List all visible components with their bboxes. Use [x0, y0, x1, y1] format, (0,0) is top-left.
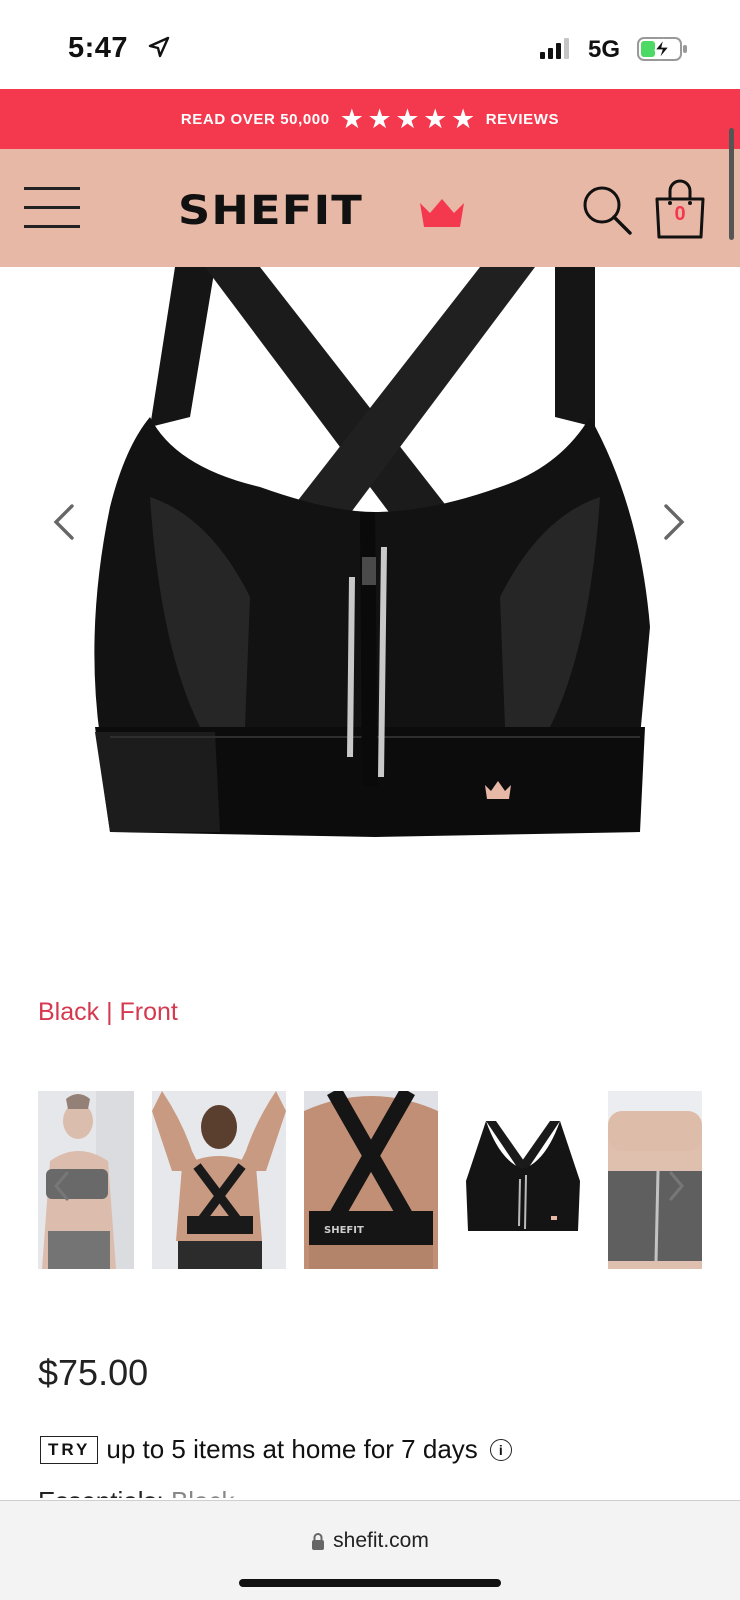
search-icon[interactable] — [580, 183, 634, 237]
thumbnail-strip: SHEFIT — [0, 1091, 740, 1269]
carousel-next-icon[interactable] — [662, 502, 688, 542]
carousel-prev-icon[interactable] — [50, 502, 76, 542]
thumbnails-next-icon[interactable] — [668, 1170, 686, 1202]
essentials-label: Essentials: — [38, 1486, 164, 1498]
try-badge: TRY — [40, 1435, 99, 1464]
location-arrow-icon — [148, 36, 170, 58]
crown-icon — [420, 199, 464, 227]
svg-text:SHEFIT: SHEFIT — [324, 1225, 364, 1236]
home-indicator[interactable] — [239, 1579, 501, 1587]
reviews-banner-suffix: REVIEWS — [485, 110, 560, 128]
hamburger-menu-button[interactable] — [24, 187, 80, 229]
hamburger-menu-icon — [24, 187, 80, 190]
browser-url-bar[interactable]: shefit.com — [0, 1500, 740, 1600]
thumbnail-image — [152, 1091, 286, 1269]
thumbnail-image — [608, 1091, 702, 1269]
try-at-home-text: up to 5 items at home for 7 days — [106, 1434, 478, 1464]
essentials-color-label: Essentials: Black — [38, 1486, 235, 1498]
cart-button[interactable]: 0 — [652, 179, 708, 246]
try-at-home-row: TRY up to 5 items at home for 7 days i — [40, 1434, 512, 1465]
lock-icon — [312, 1533, 325, 1550]
logo-text: SHEFIT — [178, 188, 363, 234]
rating-stars: ★ ★ ★ ★ ★ — [339, 103, 476, 134]
star-icon: ★ — [339, 103, 365, 134]
product-image-main — [94, 267, 650, 837]
image-caption: Black | Front — [38, 998, 178, 1026]
network-type: 5G — [588, 36, 621, 63]
thumbnail-image — [456, 1091, 590, 1269]
reviews-banner-prefix: READ OVER 50,000 — [180, 110, 330, 128]
product-image-carousel[interactable] — [0, 267, 740, 887]
menu-line — [24, 206, 80, 209]
thumbnail-product-front-black[interactable] — [456, 1091, 590, 1269]
site-logo[interactable]: SHEFIT — [178, 185, 464, 231]
thumbnail-model-adjusting-strap[interactable] — [608, 1091, 702, 1269]
thumbnail-image: SHEFIT — [304, 1091, 438, 1269]
page-scrollbar[interactable] — [729, 128, 734, 240]
star-icon: ★ — [367, 103, 393, 134]
reviews-banner[interactable]: READ OVER 50,000 ★ ★ ★ ★ ★ REVIEWS — [0, 89, 740, 149]
star-icon: ★ — [423, 103, 448, 134]
status-time: 5:47 — [68, 32, 129, 64]
info-icon[interactable]: i — [489, 1438, 512, 1461]
thumbnails-prev-icon[interactable] — [52, 1170, 70, 1202]
star-icon: ★ — [395, 103, 421, 134]
product-price: $75.00 — [38, 1352, 149, 1393]
signal-bars-icon — [540, 38, 569, 59]
cart-count-badge: 0 — [674, 203, 686, 225]
thumbnail-model-back-closeup[interactable]: SHEFIT — [304, 1091, 438, 1269]
star-icon: ★ — [450, 103, 476, 134]
essentials-value: Black — [171, 1486, 235, 1498]
thumbnail-model-back-raised-arms[interactable] — [152, 1091, 286, 1269]
site-header: SHEFIT 0 — [0, 149, 740, 267]
menu-line — [24, 225, 80, 228]
status-bar: 5:47 5G — [0, 0, 740, 89]
url-display[interactable]: shefit.com — [0, 1529, 740, 1553]
battery-charging-icon — [637, 37, 687, 61]
url-text: shefit.com — [333, 1529, 429, 1552]
